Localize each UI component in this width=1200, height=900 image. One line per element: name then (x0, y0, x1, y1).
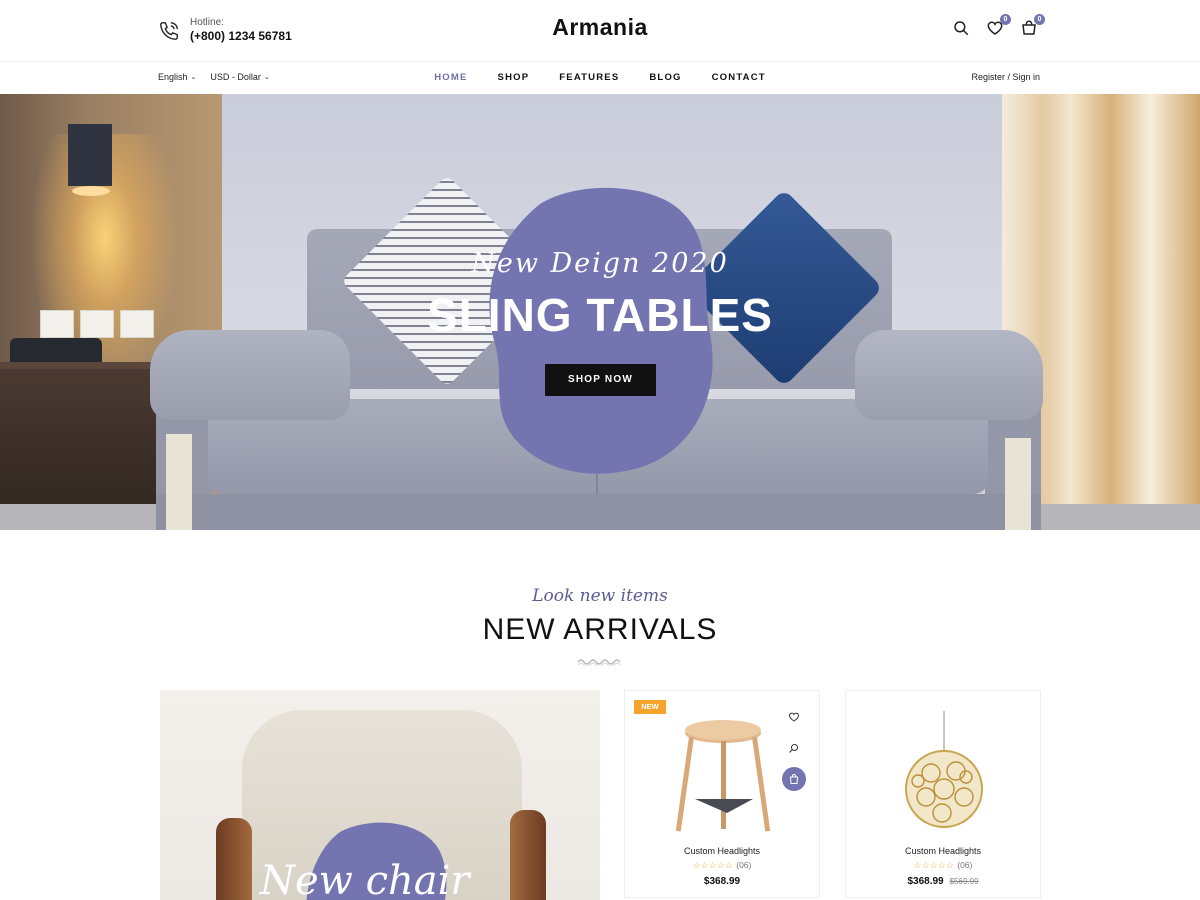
new-badge: NEW (634, 700, 666, 714)
product-card[interactable]: NEW Custom Headlights ☆☆☆☆☆ (06) $368.99 (624, 690, 820, 898)
wishlist-button[interactable]: 0 (986, 14, 1011, 37)
feature-text: New chair (260, 858, 470, 900)
sofa-arm (855, 330, 1043, 420)
product-price: $368.99 $569.99 (846, 876, 1040, 887)
sofa-leg (1005, 438, 1031, 530)
bag-icon (789, 774, 799, 784)
hero-subtitle: New Deign 2020 (471, 248, 729, 279)
product-card[interactable]: Custom Headlights ☆☆☆☆☆ (06) $368.99 $569.… (845, 690, 1041, 898)
rating-count: (06) (957, 860, 973, 870)
product-rating: ☆☆☆☆☆ (06) (846, 860, 1040, 871)
old-price: $569.99 (949, 877, 979, 886)
section-title: NEW ARRIVALS (482, 613, 718, 646)
quickview-icon (789, 744, 798, 753)
sofa-arm (150, 330, 350, 420)
rating-count: (06) (736, 860, 752, 870)
side-table-product-image (675, 720, 771, 832)
cart-button[interactable]: 0 (1020, 14, 1045, 37)
search-icon (954, 21, 969, 36)
section-subtitle: Look new items (532, 586, 668, 606)
heart-icon (789, 712, 799, 722)
chair-arm (510, 810, 546, 900)
nav-item-features[interactable]: FEATURES (559, 72, 619, 83)
sofa-leg (166, 434, 192, 530)
rating-stars-icon: ☆☆☆☆☆ (692, 860, 734, 870)
nav-item-contact[interactable]: CONTACT (712, 72, 766, 83)
cart-count: 0 (1034, 14, 1045, 25)
wishlist-action-button[interactable] (782, 705, 806, 729)
wishlist-count: 0 (1000, 14, 1011, 25)
add-to-cart-button[interactable] (782, 767, 806, 791)
wall-lamp (68, 124, 112, 186)
product-name[interactable]: Custom Headlights (625, 846, 819, 856)
wave-divider-icon (577, 659, 621, 666)
product-actions (782, 705, 808, 798)
hero-banner: New Deign 2020 SLING TABLES SHOP NOW (0, 94, 1200, 530)
logo-text: Armania (552, 14, 648, 40)
feature-banner[interactable]: New chair (160, 690, 600, 900)
pendant-lamp-product-image (905, 711, 983, 828)
nav-bar: English ⌄ USD - Dollar ⌄ HOME SHOP FEATU… (0, 62, 1200, 94)
top-header: Hotline: (+800) 1234 56781 Armania 0 0 (0, 0, 1200, 62)
register-signin-link[interactable]: Register / Sign in (971, 72, 1040, 82)
current-price: $368.99 (907, 876, 944, 887)
sofa-base (156, 494, 1041, 530)
chair-arm (216, 818, 252, 900)
header-icons: 0 0 (952, 14, 1054, 37)
product-rating: ☆☆☆☆☆ (06) (625, 860, 819, 871)
shop-now-button[interactable]: SHOP NOW (545, 364, 656, 396)
current-price: $368.99 (703, 876, 741, 887)
product-price: $368.99 (625, 876, 819, 887)
nav-item-blog[interactable]: BLOG (649, 72, 681, 83)
nav-item-shop[interactable]: SHOP (498, 72, 530, 83)
rating-stars-icon: ☆☆☆☆☆ (913, 860, 955, 870)
quickview-action-button[interactable] (782, 736, 806, 760)
wall-lamp-glow (72, 186, 110, 196)
product-name[interactable]: Custom Headlights (846, 846, 1040, 856)
search-button[interactable] (952, 19, 970, 37)
hero-title: SLING TABLES (427, 289, 773, 341)
nav-item-home[interactable]: HOME (434, 72, 467, 83)
